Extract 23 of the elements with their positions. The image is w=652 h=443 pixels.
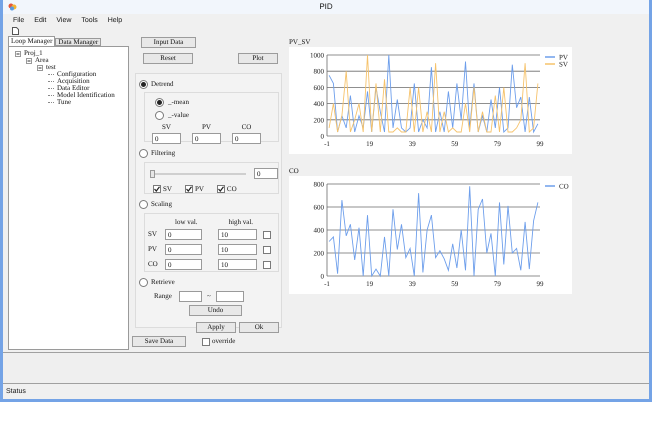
slider-thumb[interactable] <box>150 170 155 178</box>
range-start-field[interactable] <box>179 291 202 302</box>
checkbox[interactable] <box>263 260 271 268</box>
range-end-field[interactable] <box>216 291 244 302</box>
collapse-icon[interactable] <box>26 58 32 64</box>
radio-button[interactable] <box>139 200 148 209</box>
checkbox[interactable] <box>153 185 161 193</box>
new-file-icon[interactable] <box>12 27 19 35</box>
collapse-icon[interactable] <box>15 50 21 56</box>
checkbox[interactable] <box>184 185 193 193</box>
radio-button[interactable] <box>139 149 148 158</box>
checkbox[interactable] <box>263 230 271 238</box>
radio-button[interactable] <box>155 111 164 120</box>
radio-button[interactable] <box>155 98 164 107</box>
radio-button[interactable] <box>139 80 148 89</box>
radio-button[interactable] <box>139 278 148 287</box>
checkbox[interactable] <box>216 185 225 193</box>
slider[interactable] <box>150 170 246 178</box>
checkbox[interactable] <box>263 246 271 254</box>
collapse-icon[interactable] <box>37 64 43 70</box>
app-icon <box>8 3 17 11</box>
window-title: PID <box>319 3 333 11</box>
checkbox[interactable] <box>202 338 210 346</box>
